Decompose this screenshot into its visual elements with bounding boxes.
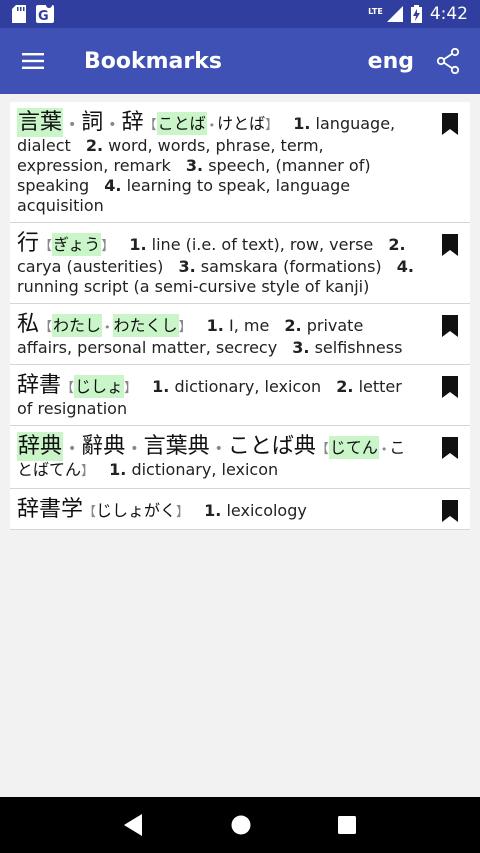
bookmark-icon[interactable]	[442, 315, 458, 337]
list-item[interactable]: 辞書学【じしょがく】 1. lexicology	[10, 489, 470, 530]
sense-number: 3.	[178, 257, 196, 276]
entry-text: 辞書学【じしょがく】 1. lexicology	[17, 497, 307, 522]
entry-reading: わたくし	[112, 314, 179, 337]
battery-charging-icon	[410, 5, 422, 23]
sense-number: 2.	[388, 235, 406, 254]
sense-number: 2.	[284, 316, 302, 335]
sense-text: lexicology	[226, 501, 307, 520]
entry-word: 言葉典	[143, 434, 210, 459]
sense-number: 2.	[85, 136, 104, 155]
recents-icon[interactable]	[338, 816, 357, 834]
entry-text: 辞書【じしょ】 1. dictionary, lexicon 2. letter…	[17, 373, 402, 418]
entry-text: 行【ぎょう】 1. line (i.e. of text), row, vers…	[17, 231, 414, 296]
status-right: LTE 4:42	[368, 4, 468, 24]
entry-text: 言葉 • 詞 • 辞【ことば • けとば】 1. language, dialect 2. …	[17, 108, 396, 215]
status-time: 4:42	[429, 4, 468, 24]
entry-reading: ことば	[156, 112, 207, 135]
bookmark-icon[interactable]	[442, 234, 458, 256]
sense-number: 1.	[206, 316, 224, 335]
entry-word: ことば典	[227, 434, 316, 459]
status-bar: G LTE 4:42	[0, 0, 480, 28]
entry-word: 行	[17, 231, 40, 256]
back-icon[interactable]	[123, 814, 144, 836]
sense-text: dictionary, lexicon	[174, 377, 322, 396]
entry-text: 辞典 • 辭典 • 言葉典 • ことば典【じてん • ことばてん】 1. dictionary,…	[17, 432, 406, 479]
entry-reading: けとば	[217, 114, 266, 133]
sense-text: I, me	[228, 316, 270, 335]
sense-text: samskara (formations)	[200, 257, 382, 276]
entry-word: 辞書学	[17, 497, 84, 522]
entry-reading: わたし	[52, 314, 103, 337]
entry-word: 私	[17, 312, 40, 337]
entry-word: 辞書	[17, 373, 62, 398]
status-left: G	[12, 5, 54, 23]
sense-number: 1.	[109, 460, 127, 479]
entry-reading: じしょがく	[96, 501, 177, 520]
menu-button[interactable]	[0, 28, 66, 94]
sense-number: 3.	[292, 338, 310, 357]
sense-text: carya (austerities)	[17, 257, 164, 276]
signal-icon	[386, 6, 403, 22]
share-button[interactable]	[428, 41, 468, 81]
share-icon	[436, 48, 460, 74]
page-title: Bookmarks	[84, 48, 222, 74]
sense-number: 4.	[104, 176, 122, 195]
sense-text: selfishness	[314, 338, 403, 357]
sense-number: 1.	[293, 114, 311, 133]
sense-text: dictionary, lexicon	[131, 460, 279, 479]
sense-text: line (i.e. of text), row, verse	[151, 235, 374, 254]
maps-notification-icon: G	[36, 5, 54, 23]
sense-text: running script (a semi-cursive style of …	[17, 277, 370, 296]
bookmark-icon[interactable]	[442, 376, 458, 398]
home-icon[interactable]	[231, 815, 251, 835]
entry-text: 私【わたし • わたくし】 1. I, me 2. private affairs,…	[17, 312, 403, 357]
entry-reading: じてん	[328, 436, 379, 459]
navigation-bar	[0, 797, 480, 853]
sense-number: 1.	[204, 501, 222, 520]
list-item[interactable]: 言葉 • 詞 • 辞【ことば • けとば】 1. language, dialect 2. …	[10, 102, 470, 223]
bookmark-list: 言葉 • 詞 • 辞【ことば • けとば】 1. language, dialect 2. …	[10, 102, 470, 530]
sd-card-icon	[12, 5, 26, 23]
list-item[interactable]: 辞書【じしょ】 1. dictionary, lexicon 2. letter…	[10, 365, 470, 426]
entry-word: 言葉	[17, 108, 64, 137]
sense-number: 1.	[129, 235, 147, 254]
hamburger-menu-icon	[22, 53, 44, 69]
entry-reading: じしょ	[74, 375, 125, 398]
language-button[interactable]: eng	[368, 49, 414, 74]
bookmark-icon[interactable]	[442, 500, 458, 522]
entry-reading: ぎょう	[52, 233, 102, 256]
list-item[interactable]: 行【ぎょう】 1. line (i.e. of text), row, vers…	[10, 223, 470, 304]
entry-word: 辞典	[17, 432, 64, 461]
app-bar: Bookmarks eng	[0, 28, 480, 94]
sense-number: 3.	[185, 156, 204, 175]
list-item[interactable]: 私【わたし • わたくし】 1. I, me 2. private affairs,…	[10, 304, 470, 365]
entry-word: 詞	[81, 110, 104, 135]
sense-number: 4.	[396, 257, 414, 276]
sense-number: 1.	[152, 377, 170, 396]
svg-text:G: G	[38, 9, 49, 23]
entry-word: 辞	[121, 110, 144, 135]
bookmark-icon[interactable]	[442, 437, 458, 459]
bookmark-icon[interactable]	[442, 113, 458, 135]
entry-word: 辭典	[81, 434, 126, 459]
sense-number: 2.	[336, 377, 354, 396]
list-item[interactable]: 辞典 • 辭典 • 言葉典 • ことば典【じてん • ことばてん】 1. dictionary,…	[10, 426, 470, 489]
network-type: LTE	[368, 7, 383, 16]
